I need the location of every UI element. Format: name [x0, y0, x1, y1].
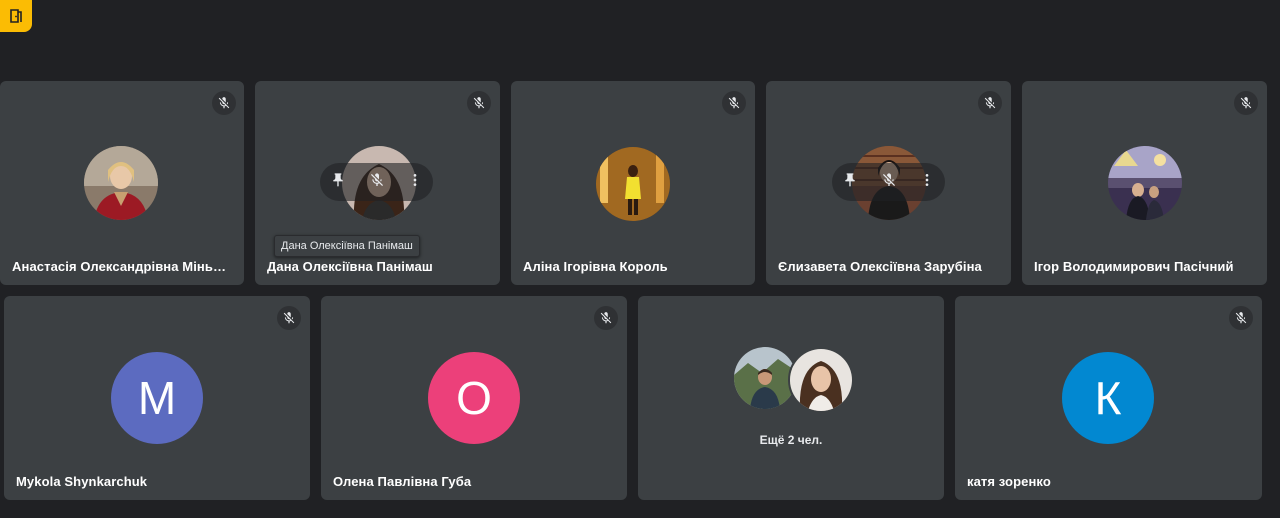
pin-button[interactable] [330, 172, 346, 193]
pin-icon [333, 172, 343, 187]
muted-indicator [277, 306, 301, 330]
more-participants-tile[interactable]: Ещё 2 чел. [638, 296, 944, 500]
participant-tile[interactable]: Аліна Ігорівна Король [511, 81, 755, 285]
participant-avatar: M [111, 352, 203, 444]
more-options-button[interactable] [407, 172, 423, 193]
muted-indicator [467, 91, 491, 115]
muted-indicator [1229, 306, 1253, 330]
participant-avatar [1108, 146, 1182, 220]
mic-off-icon [370, 172, 383, 186]
mic-off-icon [984, 97, 996, 109]
mute-button[interactable] [881, 172, 897, 193]
more-vert-icon [925, 173, 929, 186]
mute-button[interactable] [369, 172, 385, 193]
participant-tile[interactable]: Дана Олексіївна Панімаш Дана Олексіївна … [255, 81, 500, 285]
participant-avatar: К [1062, 352, 1154, 444]
participant-avatar: О [428, 352, 520, 444]
participant-name: Аліна Ігорівна Король [523, 259, 668, 274]
participant-tile[interactable]: M Mykola Shynkarchuk [4, 296, 310, 500]
muted-indicator [1234, 91, 1258, 115]
more-vert-icon [413, 173, 417, 186]
participant-name: Олена Павлівна Губа [333, 474, 472, 489]
participant-tile[interactable]: Ігор Володимирович Пасічний [1022, 81, 1267, 285]
participant-name: Ігор Володимирович Пасічний [1034, 259, 1234, 274]
mic-off-icon [473, 97, 485, 109]
muted-indicator [212, 91, 236, 115]
participant-controls [320, 163, 433, 201]
name-tooltip: Дана Олексіївна Панімаш [274, 235, 420, 257]
mic-off-icon [218, 97, 230, 109]
participant-tile[interactable]: К катя зоренко [955, 296, 1262, 500]
mic-off-icon [728, 97, 740, 109]
door-exit-button[interactable] [0, 0, 32, 32]
mic-off-icon [600, 312, 612, 324]
more-participants-label: Ещё 2 чел. [759, 433, 823, 447]
muted-indicator [722, 91, 746, 115]
mic-off-icon [283, 312, 295, 324]
participant-name: Mykola Shynkarchuk [16, 474, 148, 489]
participant-name: Єлизавета Олексіївна Зарубіна [778, 259, 982, 274]
more-options-button[interactable] [919, 172, 935, 193]
participant-avatar [596, 147, 670, 221]
participant-tile[interactable]: О Олена Павлівна Губа [321, 296, 627, 500]
participant-avatar [84, 146, 158, 220]
participant-tile[interactable]: Єлизавета Олексіївна Зарубіна [766, 81, 1011, 285]
muted-indicator [978, 91, 1002, 115]
mic-off-icon [1240, 97, 1252, 109]
pin-icon [845, 172, 855, 187]
pin-button[interactable] [842, 172, 858, 193]
participant-name: Анастасія Олександрівна Міньковс... [12, 259, 226, 274]
participant-avatar [788, 347, 854, 413]
participant-tile[interactable]: Анастасія Олександрівна Міньковс... [0, 81, 244, 285]
muted-indicator [594, 306, 618, 330]
door-exit-icon [10, 9, 22, 23]
participant-name: катя зоренко [967, 474, 1051, 489]
mic-off-icon [1235, 312, 1247, 324]
mic-off-icon [882, 172, 895, 186]
participant-controls [832, 163, 945, 201]
participant-name: Дана Олексіївна Панімаш [267, 259, 433, 274]
participant-avatar [734, 347, 796, 409]
